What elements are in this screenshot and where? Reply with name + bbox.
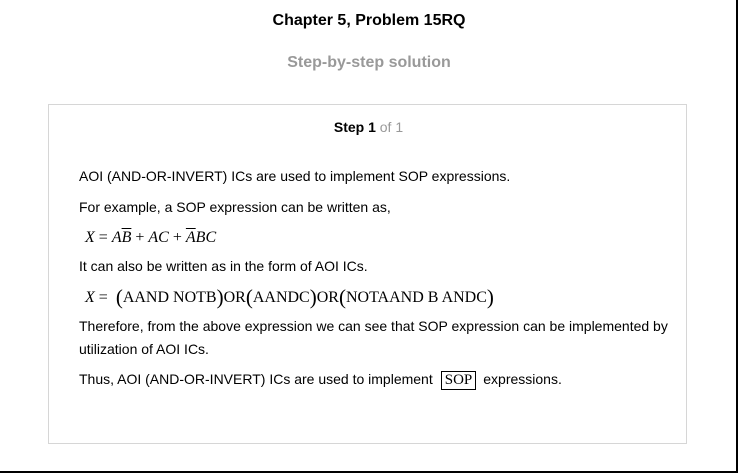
eq1-term3-b: BC: [195, 229, 217, 246]
eq2-group3: NOTAAND B ANDC: [345, 289, 487, 306]
eq2-group1: AAND NOTB: [122, 289, 217, 306]
paragraph-aoi-form: It can also be written as in the form of…: [79, 258, 368, 274]
eq2-equals: =: [98, 289, 108, 306]
eq1-term1-b: B: [121, 229, 132, 246]
paragraph-intro: AOI (AND-OR-INVERT) ICs are used to impl…: [79, 168, 511, 184]
eq1-equals: =: [98, 229, 108, 246]
paragraph-conclusion: Therefore, from the above expression we …: [79, 318, 668, 357]
paragraph-example: For example, a SOP expression can be wri…: [79, 199, 391, 215]
eq1-term3-a: A: [185, 229, 196, 246]
eq1-term2: AC: [148, 229, 169, 246]
eq2-group2: AANDC: [252, 289, 310, 306]
final-text-before: Thus, AOI (AND-OR-INVERT) ICs are used t…: [79, 371, 433, 387]
eq1-plus2: +: [172, 229, 182, 246]
solution-card: Step 1 of 1 AOI (AND-OR-INVERT) ICs are …: [48, 104, 687, 444]
final-text-after: expressions.: [483, 371, 562, 387]
solution-subtitle: Step-by-step solution: [287, 54, 451, 71]
eq1-plus1: +: [135, 229, 145, 246]
sop-equation: X = AB + AC + ABC: [85, 229, 216, 247]
eq2-or2: OR: [316, 289, 339, 306]
boxed-answer: SOP: [440, 371, 477, 390]
step-label: Step 1: [333, 119, 376, 135]
eq1-lhs: X: [85, 229, 95, 246]
eq1-term1-a: A: [111, 229, 122, 246]
eq2-lhs: X: [85, 289, 95, 306]
aoi-equation: X = (AAND NOTB)OR(AANDC)OR(NOTAAND B AND…: [85, 285, 494, 309]
paragraph-final: Thus, AOI (AND-OR-INVERT) ICs are used t…: [79, 371, 562, 390]
step-count: of 1: [379, 119, 404, 135]
eq2-or1: OR: [223, 289, 246, 306]
chapter-title: Chapter 5, Problem 15RQ: [272, 12, 466, 29]
step-heading: Step 1 of 1: [49, 119, 688, 135]
